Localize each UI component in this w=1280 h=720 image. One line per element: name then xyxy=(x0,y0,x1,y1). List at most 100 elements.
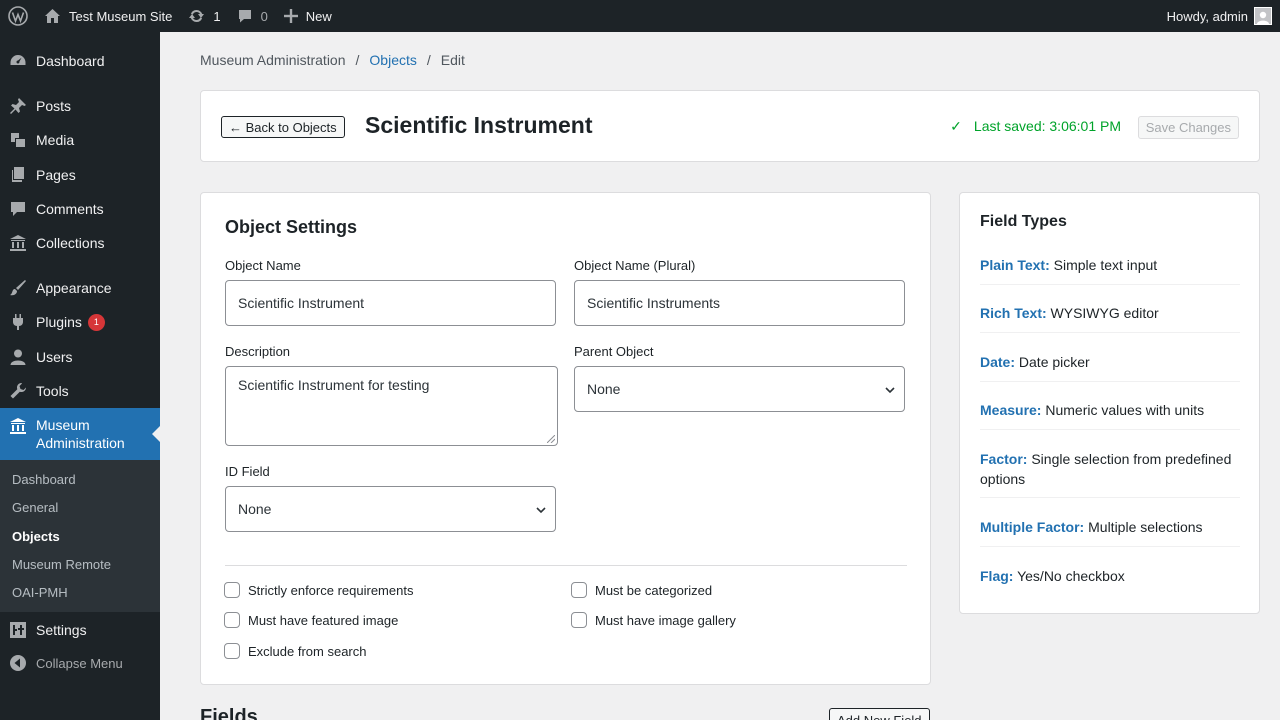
menu-collections[interactable]: Collections xyxy=(0,224,160,262)
parent-object-value: None xyxy=(587,381,621,397)
add-new-field-button[interactable]: Add New Field xyxy=(829,708,930,720)
divider xyxy=(225,565,907,566)
parent-object-select[interactable]: None xyxy=(574,366,905,412)
divider xyxy=(980,497,1240,498)
field-type-desc: Numeric values with units xyxy=(1045,402,1205,418)
menu-museum-administration[interactable]: Museum Administration xyxy=(0,408,160,460)
resize-handle-icon[interactable] xyxy=(547,435,555,443)
admin-bar: Test Museum Site 1 0 New Howdy, admin xyxy=(0,0,1280,32)
last-saved-text: Last saved: 3:06:01 PM xyxy=(973,118,1121,134)
field-type-key: Date: xyxy=(980,354,1016,370)
object-name-input[interactable]: Scientific Instrument xyxy=(225,280,556,326)
comments-count: 0 xyxy=(260,8,268,24)
comment-icon xyxy=(237,8,253,24)
wordpress-logo-icon[interactable] xyxy=(0,0,36,32)
plural-name-input[interactable]: Scientific Instruments xyxy=(574,280,905,326)
checkbox-label: Must be categorized xyxy=(595,582,713,598)
field-type-desc: WYSIWYG editor xyxy=(1050,305,1159,321)
comment-icon xyxy=(0,200,36,218)
menu-label: Posts xyxy=(36,98,72,114)
site-name-link[interactable]: Test Museum Site xyxy=(36,0,180,32)
my-account[interactable]: Howdy, admin xyxy=(1167,0,1272,32)
id-field-select[interactable]: None xyxy=(225,486,556,532)
greeting: Howdy, admin xyxy=(1166,8,1248,24)
menu-label: Pages xyxy=(36,167,76,183)
featured-image-checkbox[interactable]: Must have featured image xyxy=(224,612,398,628)
field-type-item: Rich Text: WYSIWYG editor xyxy=(980,303,1240,323)
pushpin-icon xyxy=(0,97,36,115)
id-field-value: None xyxy=(238,501,272,517)
page-title: Scientific Instrument xyxy=(365,112,593,138)
checkbox-label: Exclude from search xyxy=(248,643,367,659)
submenu-dashboard[interactable]: Dashboard xyxy=(12,472,76,487)
plugins-update-badge: 1 xyxy=(87,313,105,331)
breadcrumb-current: Edit xyxy=(440,52,465,68)
menu-media[interactable]: Media xyxy=(0,121,160,159)
fields-title: Fields xyxy=(200,706,258,720)
collapse-menu-button[interactable]: Collapse Menu xyxy=(0,644,160,682)
submenu-objects[interactable]: Objects xyxy=(12,529,60,544)
divider xyxy=(980,332,1240,333)
updates-link[interactable]: 1 xyxy=(180,0,228,32)
submenu-general[interactable]: General xyxy=(12,500,58,515)
new-content-link[interactable]: New xyxy=(276,0,340,32)
checkbox[interactable] xyxy=(571,612,587,628)
menu-appearance[interactable]: Appearance xyxy=(0,269,160,307)
field-type-key: Multiple Factor: xyxy=(980,519,1085,535)
submenu-museum-remote[interactable]: Museum Remote xyxy=(12,557,111,572)
museum-submenu: Dashboard General Objects Museum Remote … xyxy=(0,460,160,612)
menu-users[interactable]: Users xyxy=(0,338,160,376)
menu-label: Tools xyxy=(36,383,69,399)
settings-title: Object Settings xyxy=(225,217,358,237)
description-text: Scientific Instrument for testing xyxy=(238,377,430,393)
home-icon xyxy=(44,8,61,24)
object-settings-card: Object Settings Object Name Scientific I… xyxy=(200,192,931,685)
checkbox[interactable] xyxy=(571,582,587,598)
field-type-key: Flag: xyxy=(980,568,1014,584)
field-type-item: Measure: Numeric values with units xyxy=(980,400,1240,420)
breadcrumb-separator: / xyxy=(355,52,360,68)
exclude-from-search-checkbox[interactable]: Exclude from search xyxy=(224,643,367,659)
chevron-down-icon xyxy=(885,387,895,394)
field-type-desc: Yes/No checkbox xyxy=(1017,568,1125,584)
field-type-key: Factor: xyxy=(980,451,1028,467)
breadcrumb-root: Museum Administration xyxy=(200,52,346,68)
field-type-desc: Multiple selections xyxy=(1088,519,1203,535)
breadcrumb-separator: / xyxy=(426,52,431,68)
wrench-icon xyxy=(0,382,36,400)
media-icon xyxy=(0,131,36,149)
menu-dashboard[interactable]: Dashboard xyxy=(0,42,160,80)
field-type-item: Date: Date picker xyxy=(980,352,1240,372)
parent-object-label: Parent Object xyxy=(574,344,654,359)
checkbox-label: Strictly enforce requirements xyxy=(248,582,414,598)
checkbox[interactable] xyxy=(224,582,240,598)
menu-plugins[interactable]: Plugins 1 xyxy=(0,303,160,341)
strictly-enforce-checkbox[interactable]: Strictly enforce requirements xyxy=(224,582,413,598)
must-be-categorized-checkbox[interactable]: Must be categorized xyxy=(571,582,712,598)
checkbox[interactable] xyxy=(224,643,240,659)
avatar xyxy=(1254,7,1272,25)
plural-name-label: Object Name (Plural) xyxy=(574,258,696,273)
image-gallery-checkbox[interactable]: Must have image gallery xyxy=(571,612,736,628)
comments-link[interactable]: 0 xyxy=(229,0,276,32)
site-name: Test Museum Site xyxy=(69,8,173,24)
breadcrumb: Museum Administration / Objects / Edit xyxy=(200,52,465,68)
menu-posts[interactable]: Posts xyxy=(0,87,160,125)
menu-label: Settings xyxy=(36,622,87,638)
submenu-oai-pmh[interactable]: OAI-PMH xyxy=(12,585,68,600)
field-type-key: Measure: xyxy=(980,402,1042,418)
checkbox[interactable] xyxy=(224,612,240,628)
description-textarea[interactable]: Scientific Instrument for testing xyxy=(225,366,558,446)
back-to-objects-button[interactable]: ← Back to Objects xyxy=(221,116,345,138)
menu-pages[interactable]: Pages xyxy=(0,156,160,194)
menu-comments[interactable]: Comments xyxy=(0,190,160,228)
admin-sidebar: Dashboard Posts Media Pages Comments Col… xyxy=(0,32,160,720)
field-types-title: Field Types xyxy=(980,213,1067,230)
breadcrumb-objects-link[interactable]: Objects xyxy=(369,52,416,68)
save-changes-button[interactable]: Save Changes xyxy=(1137,116,1239,139)
dashboard-icon xyxy=(0,52,36,70)
menu-tools[interactable]: Tools xyxy=(0,372,160,410)
field-type-item: Plain Text: Simple text input xyxy=(980,255,1240,275)
divider xyxy=(980,284,1240,285)
menu-label: Museum Administration xyxy=(36,417,125,451)
